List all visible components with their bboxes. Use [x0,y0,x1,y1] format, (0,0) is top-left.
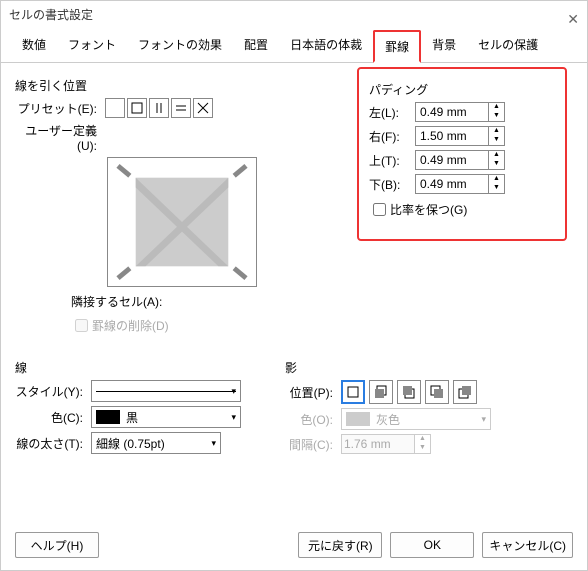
tab-font-effects[interactable]: フォントの効果 [127,29,233,62]
pad-left-input[interactable] [415,102,489,122]
padding-group: パディング 左(L): ▲▼ 右(F): ▲▼ 上(T): ▲▼ 下(B): ▲▼ 比率… [357,67,567,241]
pad-top-spin[interactable]: ▲▼ [489,150,505,170]
preset-horz[interactable] [171,98,191,118]
titlebar: セルの書式設定 ✕ [1,1,587,29]
keep-ratio-label: 比率を保つ(G) [390,201,467,218]
help-button[interactable]: ヘルプ(H) [15,532,99,558]
color-value: 黒 [126,409,138,426]
shadow-bl[interactable] [369,380,393,404]
preset-label: プリセット(E): [15,100,105,117]
shadow-gap-label: 間隔(C): [285,436,341,453]
shadow-br[interactable] [425,380,449,404]
shadow-none[interactable] [341,380,365,404]
tab-number[interactable]: 数値 [11,29,57,62]
preset-row [105,98,215,118]
shadow-color-value: 灰色 [376,411,400,428]
tab-bar: 数値 フォント フォントの効果 配置 日本語の体裁 罫線 背景 セルの保護 [1,29,587,63]
userdef-preview[interactable] [107,157,257,287]
close-icon[interactable]: ✕ [567,5,579,33]
shadow-pos-label: 位置(P): [285,384,341,401]
shadow-gap-spin: ▲▼ [415,434,431,454]
shadow-pos-row [341,380,477,404]
dialog-window: セルの書式設定 ✕ 数値 フォント フォントの効果 配置 日本語の体裁 罫線 背… [0,0,588,571]
shadow-title: 影 [285,359,573,376]
footer: ヘルプ(H) 元に戻す(R) OK キャンセル(C) [15,532,573,558]
tab-jp-typo[interactable]: 日本語の体裁 [279,29,373,62]
tab-font[interactable]: フォント [57,29,127,62]
padding-title: パディング [369,81,555,98]
pad-top-input[interactable] [415,150,489,170]
pad-bottom-spin[interactable]: ▲▼ [489,174,505,194]
window-title: セルの書式設定 [9,8,93,22]
pad-left-spin[interactable]: ▲▼ [489,102,505,122]
pad-bottom-input[interactable] [415,174,489,194]
shadow-color-select: 灰色▾ [341,408,491,430]
content-area: 線を引く位置 プリセット(E): ユーザー定義(U): 隣接 [1,63,587,458]
preset-vert[interactable] [149,98,169,118]
width-select[interactable]: 細線 (0.75pt)▾ [91,432,221,454]
preset-diag[interactable] [193,98,213,118]
tab-background[interactable]: 背景 [421,29,467,62]
remove-border-label: 罫線の削除(D) [92,317,169,334]
shadow-tl[interactable] [397,380,421,404]
remove-border-checkbox [75,319,88,332]
style-label: スタイル(Y): [15,383,91,400]
shadow-gap-input [341,434,415,454]
cancel-button[interactable]: キャンセル(C) [482,532,573,558]
pad-right-input[interactable] [415,126,489,146]
pad-bottom-label: 下(B): [369,176,415,193]
line-title: 線 [15,359,285,376]
color-label: 色(C): [15,409,91,426]
style-select[interactable]: ▾ [91,380,241,402]
preset-none[interactable] [105,98,125,118]
pad-left-label: 左(L): [369,104,415,121]
keep-ratio-checkbox[interactable] [373,203,386,216]
shadow-tr[interactable] [453,380,477,404]
ok-button[interactable]: OK [390,532,474,558]
tab-borders[interactable]: 罫線 [373,30,421,63]
preset-box[interactable] [127,98,147,118]
pad-top-label: 上(T): [369,152,415,169]
tab-align[interactable]: 配置 [233,29,279,62]
color-select[interactable]: 黒▾ [91,406,241,428]
tab-protection[interactable]: セルの保護 [467,29,549,62]
width-value: 細線 (0.75pt) [96,435,165,452]
reset-button[interactable]: 元に戻す(R) [298,532,382,558]
pad-right-spin[interactable]: ▲▼ [489,126,505,146]
pad-right-label: 右(F): [369,128,415,145]
userdef-label: ユーザー定義(U): [15,122,105,153]
width-label: 線の太さ(T): [15,435,91,452]
shadow-color-label: 色(O): [285,411,341,428]
adjacent-label: 隣接するセル(A): [71,293,573,310]
